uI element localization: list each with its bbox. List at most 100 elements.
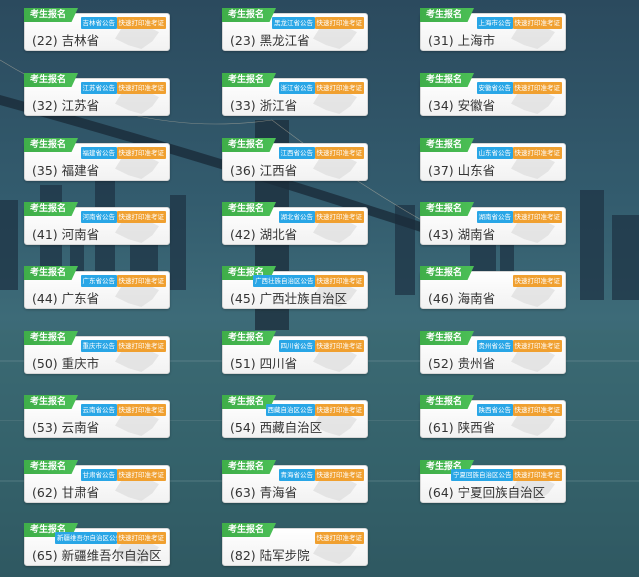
kaosheng-register-tag[interactable]: 考生报名 — [420, 331, 475, 345]
province-card[interactable]: 考生报名快速打印准考证 江苏省公告 (32) 江苏省 — [24, 73, 170, 116]
province-notice-button[interactable]: 甘肃省公告 — [80, 469, 117, 481]
print-admission-button[interactable]: 快速打印准考证 — [116, 469, 166, 481]
province-card[interactable]: 考生报名 快速打印准考证 (46) 海南省 — [420, 266, 566, 309]
kaosheng-register-tag[interactable]: 考生报名 — [222, 523, 277, 537]
province-card[interactable]: 考生报名 快速打印准考证 江西省公告 (36) 江西省 — [222, 138, 368, 181]
province-card[interactable]: 考生报名 快速打印准考证 陕西省公告 (61) 陕西省 — [420, 395, 566, 438]
province-notice-button[interactable]: 湖南省公告 — [476, 211, 513, 223]
province-notice-button[interactable]: 陕西省公告 — [476, 404, 513, 416]
province-card[interactable]: 考生报名 快速打印准考证 湖北省公告 (42) 湖北省 — [222, 202, 368, 245]
province-notice-button[interactable]: 重庆市公告 — [80, 340, 117, 352]
print-admission-button[interactable]: 快速打印准考证 — [314, 469, 364, 481]
print-admission-button[interactable]: 快速打印准考证 — [512, 469, 562, 481]
print-admission-button[interactable]: 快速打印准考证 — [512, 17, 562, 29]
province-notice-button[interactable]: 浙江省公告 — [278, 82, 315, 94]
province-notice-button[interactable]: 福建省公告 — [80, 147, 117, 159]
print-admission-button[interactable]: 快速打印准考证 — [512, 404, 562, 416]
province-notice-button[interactable]: 江苏省公告 — [80, 82, 117, 94]
kaosheng-register-tag[interactable]: 考生报名 — [24, 73, 79, 87]
province-notice-button[interactable]: 广西壮族自治区公告 — [253, 275, 315, 287]
kaosheng-register-tag[interactable]: 考生报名 — [24, 460, 79, 474]
province-card[interactable]: 考生报名 快速打印准考证 广东省公告 (44) 广东省 — [24, 266, 170, 309]
print-admission-button[interactable]: 快速打印准考证 — [314, 211, 364, 223]
province-notice-button[interactable]: 四川省公告 — [278, 340, 315, 352]
province-card[interactable]: 考生报名 快速打印准考证 新疆维吾尔自治区公告 (65) 新疆维吾尔自治区 — [24, 523, 170, 566]
province-card[interactable]: 考生报名 快速打印准考证 宁夏回族自治区公告 (64) 宁夏回族自治区 — [420, 460, 566, 503]
province-card[interactable]: 考生报名 快速打印准考证 青海省公告 (63) 青海省 — [222, 460, 368, 503]
print-admission-button[interactable]: 快速打印准考证 — [512, 275, 562, 287]
kaosheng-register-tag[interactable]: 考生报名 — [420, 138, 475, 152]
province-card[interactable]: 考生报名 快速打印准考证 安徽省公告 (34) 安徽省 — [420, 73, 566, 116]
province-card[interactable]: 考生报名 快速打印准考证 四川省公告 (51) 四川省 — [222, 331, 368, 374]
print-admission-button[interactable]: 快速打印准考证 — [314, 532, 364, 544]
province-notice-button[interactable]: 吉林省公告 — [80, 17, 117, 29]
province-card[interactable]: 考生报名 快速打印准考证 甘肃省公告 (62) 甘肃省 — [24, 460, 170, 503]
province-card[interactable]: 考生报名快速打印准考证 黑龙江省公告 (23) 黑龙江省 — [222, 8, 368, 51]
province-notice-button[interactable]: 黑龙江省公告 — [272, 17, 315, 29]
province-notice-button[interactable]: 新疆维吾尔自治区公告 — [55, 532, 117, 544]
province-card[interactable]: 考生报名 快速打印准考证 福建省公告 (35) 福建省 — [24, 138, 170, 181]
kaosheng-register-tag[interactable]: 考生报名 — [24, 202, 79, 216]
province-card[interactable]: 考生报名 快速打印准考证 云南省公告 (53) 云南省 — [24, 395, 170, 438]
kaosheng-register-tag[interactable]: 考生报名 — [420, 8, 475, 22]
print-admission-button[interactable]: 快速打印准考证 — [116, 17, 166, 29]
province-notice-button[interactable]: 青海省公告 — [278, 469, 315, 481]
kaosheng-register-tag[interactable]: 考生报名 — [222, 460, 277, 474]
kaosheng-register-tag[interactable]: 考生报名 — [222, 73, 277, 87]
province-card[interactable]: 考生报名 快速打印准考证 西藏自治区公告 (54) 西藏自治区 — [222, 395, 368, 438]
kaosheng-register-tag[interactable]: 考生报名 — [420, 202, 475, 216]
kaosheng-register-tag[interactable]: 考生报名 — [420, 395, 475, 409]
province-notice-button[interactable]: 安徽省公告 — [476, 82, 513, 94]
print-admission-button[interactable]: 快速打印准考证 — [314, 275, 364, 287]
province-notice-button[interactable]: 云南省公告 — [80, 404, 117, 416]
province-card[interactable]: 考生报名 快速打印准考证 浙江省公告 (33) 浙江省 — [222, 73, 368, 116]
print-admission-button[interactable]: 快速打印准考证 — [314, 17, 364, 29]
province-card[interactable]: 考生报名 快速打印准考证 山东省公告 (37) 山东省 — [420, 138, 566, 181]
kaosheng-register-tag[interactable]: 考生报名 — [222, 138, 277, 152]
kaosheng-register-tag[interactable]: 考生报名 — [420, 266, 475, 280]
print-admission-button[interactable]: 快速打印准考证 — [116, 211, 166, 223]
print-admission-button[interactable]: 快速打印准考证 — [116, 532, 166, 544]
kaosheng-register-tag[interactable]: 考生报名 — [222, 202, 277, 216]
kaosheng-register-tag[interactable]: 考生报名 — [24, 8, 79, 22]
print-admission-button[interactable]: 快速打印准考证 — [512, 211, 562, 223]
print-admission-button[interactable]: 快速打印准考证 — [512, 340, 562, 352]
province-card[interactable]: 考生报名 快速打印准考证 重庆市公告 (50) 重庆市 — [24, 331, 170, 374]
province-card[interactable]: 考生报名 快速打印准考证 河南省公告 (41) 河南省 — [24, 202, 170, 245]
province-label: (32) 江苏省 — [32, 98, 100, 113]
province-notice-button[interactable]: 河南省公告 — [80, 211, 117, 223]
print-admission-button[interactable]: 快速打印准考证 — [314, 147, 364, 159]
print-admission-button[interactable]: 快速打印准考证 — [116, 82, 166, 94]
kaosheng-register-tag[interactable]: 考生报名 — [24, 138, 79, 152]
kaosheng-register-tag[interactable]: 考生报名 — [222, 331, 277, 345]
print-admission-button[interactable]: 快速打印准考证 — [314, 82, 364, 94]
province-card[interactable]: 考生报名 快速打印准考证 吉林省公告 (22) 吉林省 — [24, 8, 170, 51]
province-label: (23) 黑龙江省 — [230, 33, 310, 48]
province-notice-button[interactable]: 湖北省公告 — [278, 211, 315, 223]
province-notice-button[interactable]: 山东省公告 — [476, 147, 513, 159]
print-admission-button[interactable]: 快速打印准考证 — [314, 340, 364, 352]
kaosheng-register-tag[interactable]: 考生报名 — [24, 395, 79, 409]
print-admission-button[interactable]: 快速打印准考证 — [512, 82, 562, 94]
province-card[interactable]: 考生报名 快速打印准考证 广西壮族自治区公告 (45) 广西壮族自治区 — [222, 266, 368, 309]
province-notice-button[interactable]: 西藏自治区公告 — [265, 404, 315, 416]
province-notice-button[interactable]: 上海市公告 — [476, 17, 513, 29]
kaosheng-register-tag[interactable]: 考生报名 — [24, 331, 79, 345]
kaosheng-register-tag[interactable]: 考生报名 — [24, 266, 79, 280]
print-admission-button[interactable]: 快速打印准考证 — [314, 404, 364, 416]
print-admission-button[interactable]: 快速打印准考证 — [116, 147, 166, 159]
province-card[interactable]: 考生报名 快速打印准考证 (82) 陆军步院 — [222, 523, 368, 566]
province-notice-button[interactable]: 广东省公告 — [80, 275, 117, 287]
province-notice-button[interactable]: 宁夏回族自治区公告 — [451, 469, 513, 481]
print-admission-button[interactable]: 快速打印准考证 — [512, 147, 562, 159]
print-admission-button[interactable]: 快速打印准考证 — [116, 404, 166, 416]
province-notice-button[interactable]: 贵州省公告 — [476, 340, 513, 352]
kaosheng-register-tag[interactable]: 考生报名 — [222, 8, 277, 22]
print-admission-button[interactable]: 快速打印准考证 — [116, 340, 166, 352]
kaosheng-register-tag[interactable]: 考生报名 — [420, 73, 475, 87]
print-admission-button[interactable]: 快速打印准考证 — [116, 275, 166, 287]
province-card[interactable]: 考生报名 快速打印准考证 上海市公告 (31) 上海市 — [420, 8, 566, 51]
province-card[interactable]: 考生报名 快速打印准考证 湖南省公告 (43) 湖南省 — [420, 202, 566, 245]
province-card[interactable]: 考生报名 快速打印准考证 贵州省公告 (52) 贵州省 — [420, 331, 566, 374]
province-notice-button[interactable]: 江西省公告 — [278, 147, 315, 159]
